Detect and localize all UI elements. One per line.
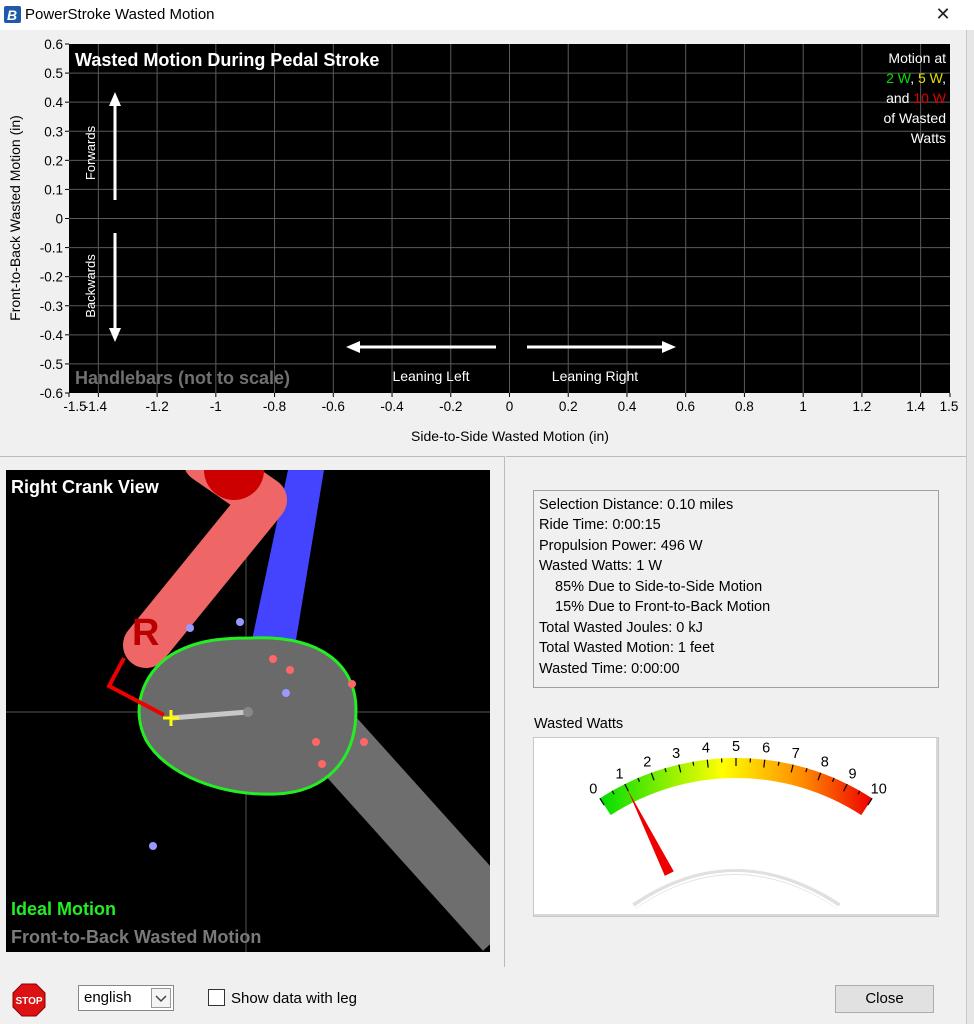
legend-line2: 2 W, 5 W, — [886, 70, 946, 86]
legend-line1: Motion at — [888, 50, 946, 66]
legend-line4: of Wasted — [883, 110, 946, 126]
gauge-tick-label: 7 — [792, 746, 800, 762]
legend-and: and — [886, 90, 909, 106]
y-tick-label: -0.3 — [40, 299, 63, 314]
x-tick-label: 0.8 — [735, 399, 754, 414]
gauge-tick-label: 1 — [615, 766, 623, 782]
show-leg-label: Show data with leg — [231, 990, 357, 1007]
legend-10w: 10 W — [913, 90, 946, 106]
y-tick-label: -0.4 — [40, 328, 64, 343]
x-tick-label: 1 — [799, 399, 807, 414]
gauge-tick-label: 2 — [643, 754, 651, 770]
window-title: PowerStroke Wasted Motion — [25, 6, 215, 23]
x-tick-label: 1.2 — [853, 399, 872, 414]
y-axis-ticks: 0.6 0.5 0.4 0.3 0.2 0.1 0 -0.1 -0.2 -0.3 -0.4 -0.5 -… — [40, 37, 69, 401]
total-wasted-motion: Total Wasted Motion: 1 feet — [539, 640, 715, 656]
x-tick-label: -0.8 — [263, 399, 286, 414]
gauge-graphic: 0 1 2 3 4 5 6 7 8 9 10 — [589, 739, 887, 909]
x-tick-label: -1 — [210, 399, 222, 414]
stop-button[interactable]: STOP — [12, 983, 46, 1017]
leaning-right-label: Leaning Right — [552, 368, 639, 384]
y-tick-label: 0.5 — [44, 66, 63, 81]
wasted-motion-plot: 0.6 0.5 0.4 0.3 0.2 0.1 0 -0.1 -0.2 -0.3 -0.4 -0.5 -… — [7, 37, 958, 444]
total-wasted-joules: Total Wasted Joules: 0 kJ — [539, 620, 703, 636]
gauge-tick-label: 3 — [672, 746, 680, 762]
backwards-label: Backwards — [83, 254, 98, 318]
x-tick-label: 0.2 — [559, 399, 578, 414]
stats-box: Selection Distance: 0.10 miles Ride Time… — [533, 490, 939, 688]
y-tick-label: -0.1 — [40, 241, 63, 256]
y-tick-label: -0.5 — [40, 357, 63, 372]
x-tick-label: -0.2 — [439, 399, 462, 414]
ride-time: Ride Time: 0:00:15 — [539, 517, 661, 533]
gauge-tick-label: 5 — [732, 739, 740, 755]
gauge-tick-label: 0 — [589, 781, 597, 797]
x-tick-label: 1.5 — [940, 399, 959, 414]
y-tick-label: 0.3 — [44, 124, 63, 139]
y-tick-label: 0.1 — [44, 182, 63, 197]
x-axis-ticks: -1.5-1.4 -1.2 -1 -0.8 -0.6 -0.4 -0.2 0 0.2 0.4 0.6… — [63, 393, 958, 414]
show-leg-checkbox[interactable] — [208, 989, 225, 1006]
selection-distance: Selection Distance: 0.10 miles — [539, 497, 734, 513]
x-tick-label: 0.6 — [676, 399, 695, 414]
x-tick-label: 1.4 — [906, 399, 925, 414]
legend-5w: 5 W — [918, 70, 944, 86]
y-tick-label: -0.6 — [40, 386, 63, 401]
gauge-label: Wasted Watts — [534, 716, 624, 732]
y-tick-label: 0 — [55, 212, 63, 227]
language-value: english — [84, 989, 132, 1006]
x-tick-label: -1.4 — [84, 399, 108, 414]
close-button[interactable]: Close — [835, 985, 934, 1013]
ideal-motion-label: Ideal Motion — [11, 899, 116, 919]
wasted-motion-plot-panel: 0.6 0.5 0.4 0.3 0.2 0.1 0 -0.1 -0.2 -0.3 -0.4 -0.5 -… — [0, 30, 966, 454]
x-axis-label: Side-to-Side Wasted Motion (in) — [411, 428, 609, 444]
crank-graphic: R Right Crank View Ideal Motion Front-to… — [6, 470, 490, 952]
x-tick-label: -0.6 — [322, 399, 345, 414]
forwards-label: Forwards — [83, 125, 98, 180]
x-tick-label: 0 — [506, 399, 514, 414]
gauge-tick-label: 6 — [762, 741, 770, 757]
side-to-side-percent: 85% Due to Side-to-Side Motion — [555, 579, 763, 595]
gauge-tick-label: 4 — [702, 741, 710, 757]
y-tick-label: -0.2 — [40, 270, 63, 285]
gauge-tick-label: 9 — [848, 766, 856, 782]
window-close-button[interactable]: ✕ — [930, 2, 956, 26]
title-bar: B PowerStroke Wasted Motion ✕ — [0, 0, 974, 30]
x-tick-label: -0.4 — [380, 399, 404, 414]
crank-view-title: Right Crank View — [11, 477, 160, 497]
x-tick-label: -1.2 — [145, 399, 168, 414]
x-tick-label: 0.4 — [618, 399, 637, 414]
front-to-back-percent: 15% Due to Front-to-Back Motion — [555, 599, 771, 615]
right-crank-view: R Right Crank View Ideal Motion Front-to… — [6, 470, 490, 952]
svg-text:B: B — [7, 7, 17, 23]
stop-label: STOP — [15, 996, 42, 1007]
language-select[interactable]: english — [78, 985, 174, 1011]
wasted-watts-gauge: 0 1 2 3 4 5 6 7 8 9 10 — [533, 737, 939, 917]
plot-title: Wasted Motion During Pedal Stroke — [75, 50, 379, 70]
y-axis-label: Front-to-Back Wasted Motion (in) — [7, 115, 23, 321]
legend-line3: and 10 W — [886, 90, 947, 106]
wasted-watts-value: Wasted Watts: 1 W — [539, 558, 663, 574]
gray-crank-arm — [302, 709, 490, 951]
chevron-down-icon[interactable] — [151, 988, 171, 1008]
y-tick-label: 0.4 — [44, 95, 63, 110]
gauge-tick-label: 10 — [871, 781, 887, 797]
window-edge — [966, 30, 974, 1024]
gauge-tick-label: 8 — [821, 754, 829, 770]
leaning-left-label: Leaning Left — [392, 368, 469, 384]
crank-r-letter: R — [132, 612, 159, 654]
legend-2w: 2 W — [886, 70, 912, 86]
wasted-time: Wasted Time: 0:00:00 — [539, 661, 680, 677]
handlebars-label: Handlebars (not to scale) — [75, 368, 290, 388]
crank-center — [243, 707, 253, 717]
gauge-hub — [633, 872, 840, 909]
propulsion-power: Propulsion Power: 496 W — [539, 538, 703, 554]
y-tick-label: 0.2 — [44, 153, 63, 168]
front-back-label: Front-to-Back Wasted Motion — [11, 927, 261, 947]
gauge-color-band — [599, 758, 873, 816]
legend-line5: Watts — [911, 130, 946, 146]
gauge-needle — [627, 789, 674, 876]
y-tick-label: 0.6 — [44, 37, 63, 52]
app-icon: B — [4, 6, 21, 23]
